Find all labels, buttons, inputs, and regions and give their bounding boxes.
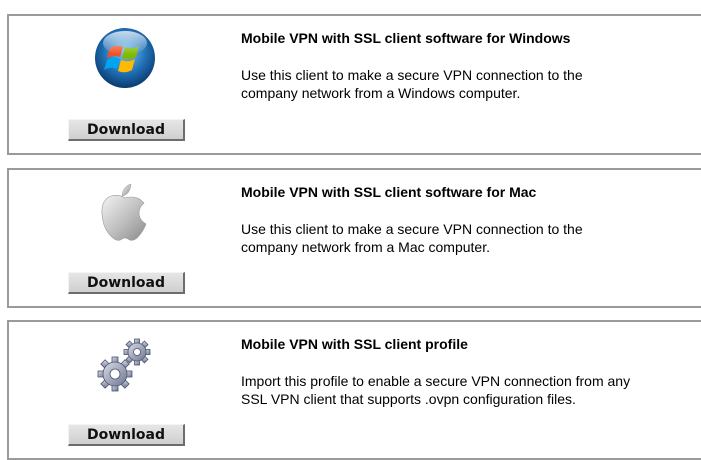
description-line: Import this profile to enable a secure V… bbox=[241, 373, 631, 389]
download-button-profile[interactable]: Download bbox=[68, 424, 185, 446]
download-panel-mac: Download Mobile VPN with SSL client soft… bbox=[7, 168, 701, 308]
description-windows: Use this client to make a secure VPN con… bbox=[241, 66, 701, 102]
description-line: company network from a Mac computer. bbox=[241, 239, 490, 255]
download-button-windows[interactable]: Download bbox=[68, 119, 185, 141]
description-line: Use this client to make a secure VPN con… bbox=[241, 221, 583, 237]
description-line: SSL VPN client that supports .ovpn confi… bbox=[241, 391, 576, 407]
download-button-mac[interactable]: Download bbox=[68, 272, 185, 294]
download-panel-profile: Download Mobile VPN with SSL client prof… bbox=[7, 320, 701, 460]
download-panel-windows: Download Mobile VPN with SSL client soft… bbox=[7, 14, 701, 155]
windows-logo-icon bbox=[93, 26, 157, 90]
title-mac: Mobile VPN with SSL client software for … bbox=[241, 184, 537, 200]
apple-logo-icon bbox=[93, 180, 157, 244]
title-windows: Mobile VPN with SSL client software for … bbox=[241, 30, 571, 46]
description-line: company network from a Windows computer. bbox=[241, 85, 521, 101]
description-mac: Use this client to make a secure VPN con… bbox=[241, 220, 701, 256]
title-profile: Mobile VPN with SSL client profile bbox=[241, 336, 468, 352]
description-line: Use this client to make a secure VPN con… bbox=[241, 67, 583, 83]
description-profile: Import this profile to enable a secure V… bbox=[241, 372, 701, 408]
gears-icon bbox=[93, 332, 157, 396]
